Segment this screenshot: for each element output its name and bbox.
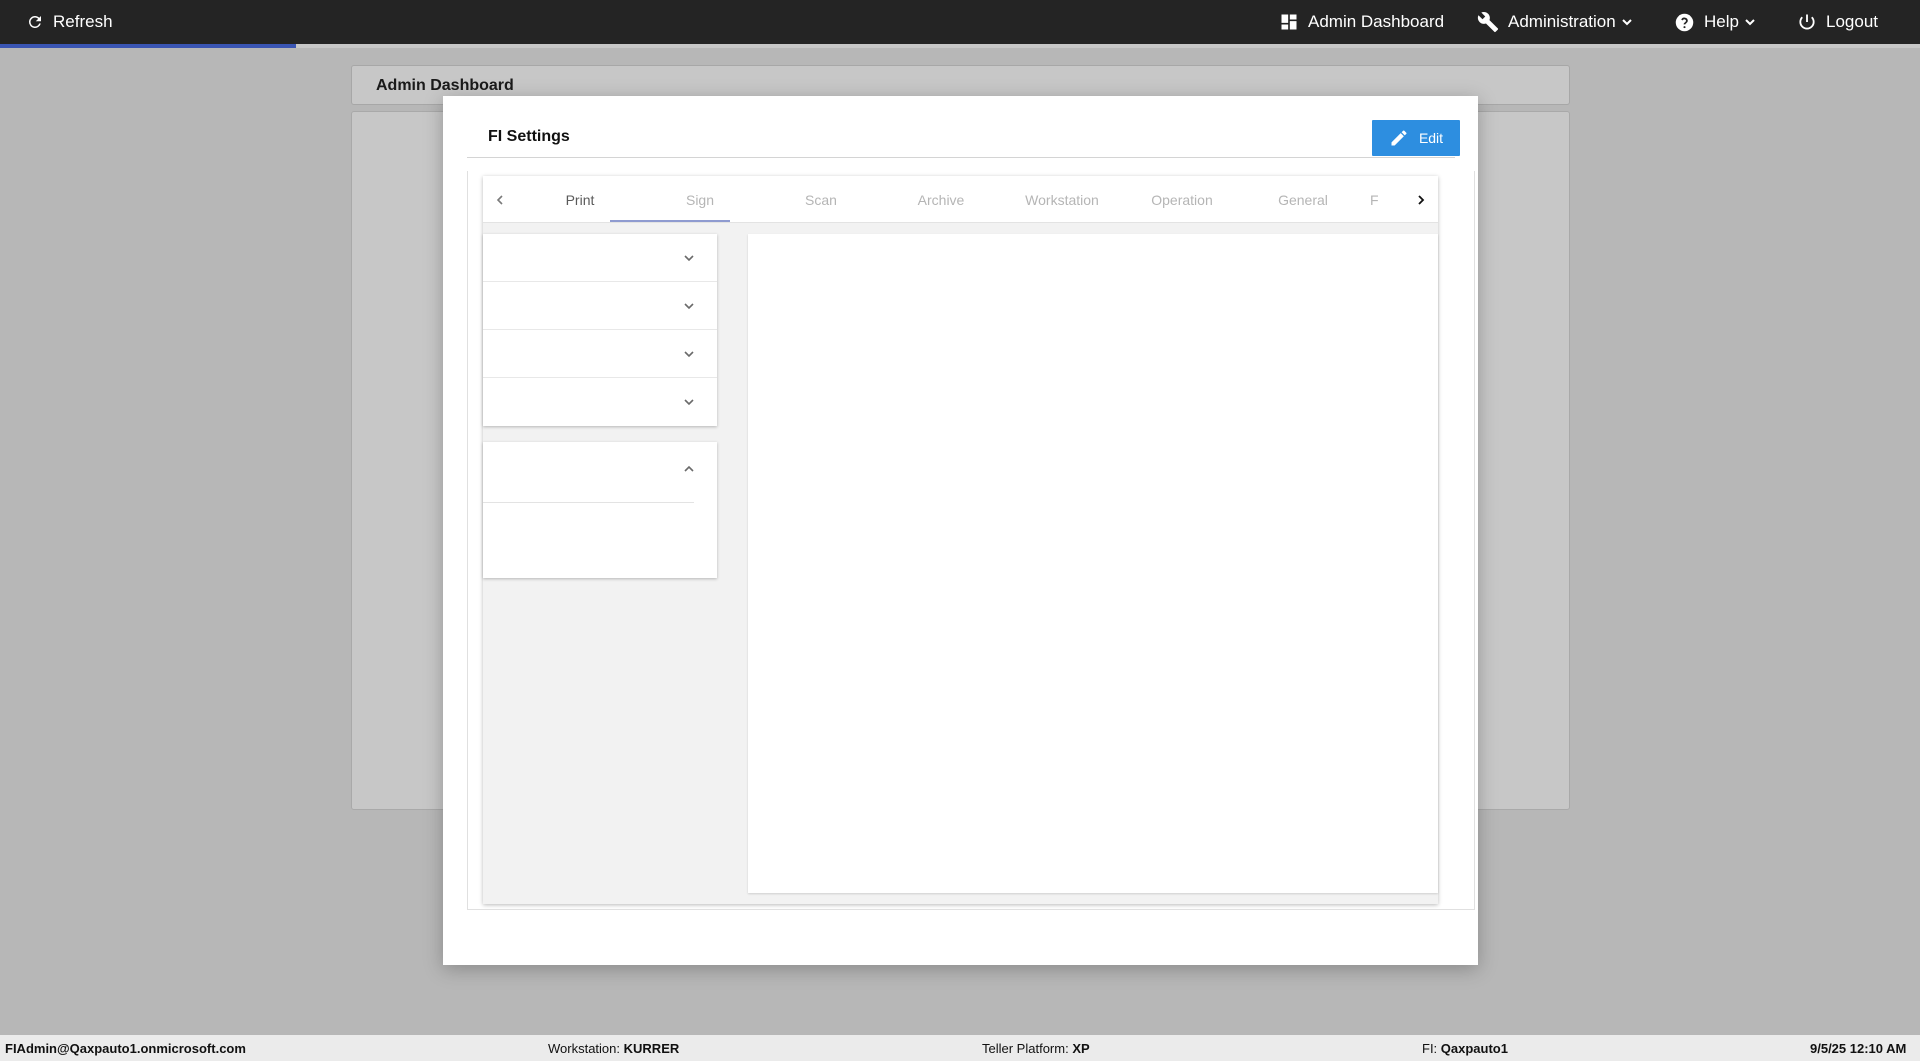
chevron-left-icon (496, 194, 503, 205)
chevron-down-icon (684, 255, 694, 262)
expanded-section-panel (483, 442, 717, 578)
admin-dashboard-label: Admin Dashboard (1308, 12, 1445, 31)
refresh-button[interactable]: Refresh (26, 0, 113, 44)
collapsed-section-2[interactable] (483, 282, 717, 330)
chevron-up-icon (684, 465, 694, 472)
section-divider (483, 502, 694, 503)
help-menu[interactable]: Help (1674, 0, 1756, 44)
workstation-label: Workstation: (548, 1041, 621, 1056)
chevron-down-icon (1622, 19, 1632, 26)
status-datetime: 9/5/25 12:10 AM (1810, 1041, 1907, 1056)
chevron-down-icon (684, 303, 694, 310)
tab-partial[interactable]: F (1363, 176, 1400, 223)
help-label: Help (1704, 12, 1739, 31)
settings-content-panel (748, 234, 1438, 893)
selected-tab-indicator (610, 220, 730, 222)
status-platform: Teller Platform: XP (982, 1041, 1090, 1056)
chevron-right-icon (1418, 194, 1425, 205)
tab-print[interactable]: Print (520, 176, 640, 223)
chevron-down-icon (684, 399, 694, 406)
modal-header: FI Settings (467, 120, 1455, 158)
tab-operation[interactable]: Operation (1122, 176, 1242, 223)
settings-tab-bar: Print Sign Scan Archive Workstation Oper… (483, 176, 1438, 223)
expanded-section-header[interactable] (483, 442, 717, 502)
chevron-down-icon (684, 351, 694, 358)
status-workstation: Workstation: KURRER (548, 1041, 679, 1056)
edit-button[interactable]: Edit (1372, 120, 1460, 156)
status-bar: FIAdmin@Qaxpauto1.onmicrosoft.com Workst… (0, 1035, 1920, 1061)
tab-general[interactable]: General (1243, 176, 1363, 223)
tab-scroll-left-button[interactable] (483, 176, 517, 223)
workstation-value: KURRER (623, 1041, 680, 1056)
administration-label: Administration (1508, 12, 1616, 31)
status-fi: FI: Qaxpauto1 (1422, 1041, 1508, 1056)
tab-sign[interactable]: Sign (640, 176, 760, 223)
refresh-label: Refresh (53, 12, 113, 31)
pencil-icon (1391, 130, 1407, 146)
refresh-icon (28, 15, 41, 28)
platform-label: Teller Platform: (982, 1041, 1069, 1056)
modal-title: FI Settings (488, 128, 570, 145)
chevron-down-icon (1745, 19, 1755, 26)
power-icon (1799, 14, 1815, 30)
dashboard-icon (1281, 14, 1297, 30)
top-navigation-bar: Refresh Admin Dashboard Administration H… (0, 0, 1920, 44)
tab-scan[interactable]: Scan (761, 176, 881, 223)
wrench-icon (1477, 12, 1499, 33)
logout-button[interactable]: Logout (1797, 0, 1878, 44)
administration-menu[interactable]: Administration (1477, 0, 1633, 44)
settings-sections-panel (483, 234, 717, 426)
collapsed-section-4[interactable] (483, 378, 717, 426)
logout-label: Logout (1826, 12, 1878, 31)
status-user: FIAdmin@Qaxpauto1.onmicrosoft.com (5, 1041, 246, 1056)
tab-scroll-right-button[interactable] (1404, 176, 1438, 223)
collapsed-section-3[interactable] (483, 330, 717, 378)
fi-label: FI: (1422, 1041, 1438, 1056)
tab-workstation[interactable]: Workstation (1002, 176, 1122, 223)
platform-value: XP (1072, 1041, 1090, 1056)
collapsed-section-1[interactable] (483, 234, 717, 282)
fi-value: Qaxpauto1 (1440, 1041, 1508, 1056)
tab-archive[interactable]: Archive (881, 176, 1001, 223)
help-icon (1675, 13, 1694, 31)
settings-tab-container: Print Sign Scan Archive Workstation Oper… (483, 176, 1438, 904)
edit-label: Edit (1418, 130, 1444, 146)
admin-dashboard-nav[interactable]: Admin Dashboard (1279, 0, 1444, 44)
